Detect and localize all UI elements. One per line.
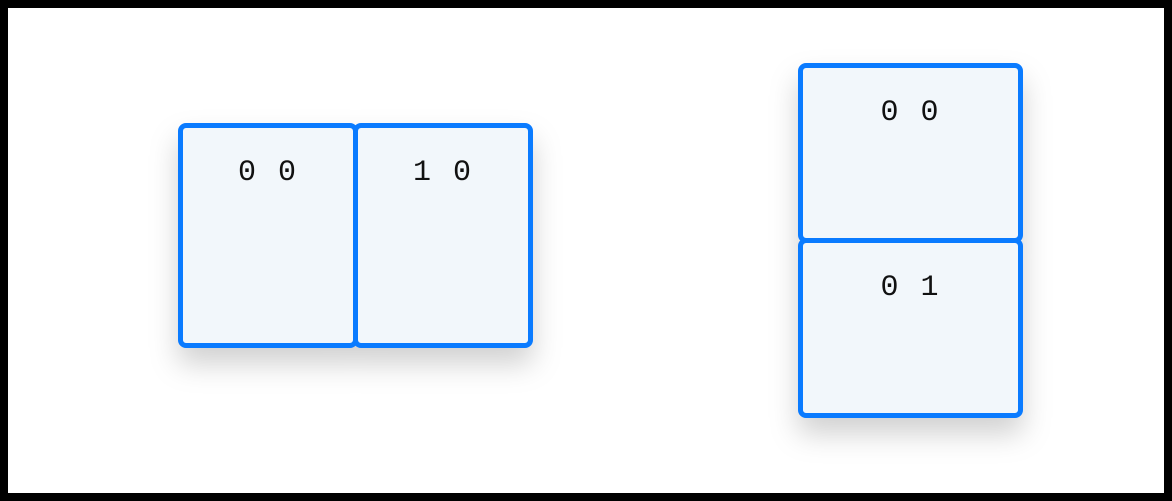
cell-group-vertical: 0 0 0 1 xyxy=(798,63,1023,418)
grid-cell: 0 0 xyxy=(798,63,1023,243)
cell-label: 0 1 xyxy=(880,271,940,305)
cell-label: 0 0 xyxy=(880,96,940,130)
grid-cell: 0 1 xyxy=(798,238,1023,418)
grid-cell: 0 0 xyxy=(178,123,358,348)
diagram-canvas: 0 0 1 0 0 0 0 1 xyxy=(8,8,1164,493)
cell-label: 1 0 xyxy=(413,156,473,190)
cell-label: 0 0 xyxy=(238,156,298,190)
cell-group-horizontal: 0 0 1 0 xyxy=(178,123,533,348)
grid-cell: 1 0 xyxy=(353,123,533,348)
